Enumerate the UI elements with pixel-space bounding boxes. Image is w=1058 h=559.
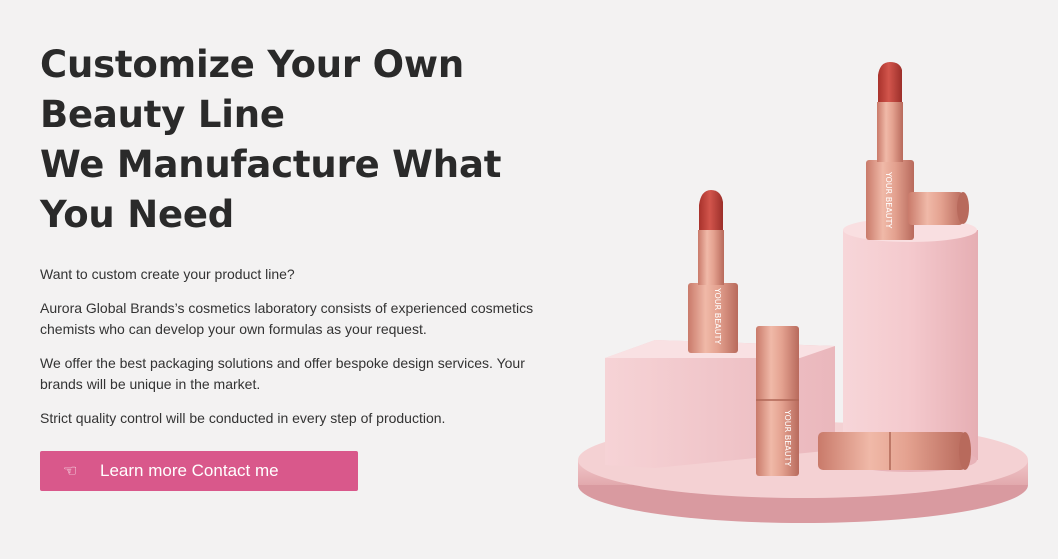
- lipstick-on-block: YOUR BEAUTY: [688, 190, 738, 353]
- headline-line-3: We Manufacture What: [40, 143, 502, 186]
- hand-pointing-icon: ☜: [62, 463, 78, 480]
- tube-label: YOUR BEAUTY: [713, 287, 722, 344]
- tube-label: YOUR BEAUTY: [884, 171, 893, 228]
- hero-description: Want to custom create your product line?…: [40, 264, 560, 429]
- lipstick-display-illustration: YOUR BEAUTY YOUR BEAUTY YOUR BEAUTY: [578, 62, 1028, 523]
- learn-more-contact-button[interactable]: ☜ Learn more Contact me: [40, 451, 358, 491]
- lipstick-tall: YOUR BEAUTY: [866, 62, 914, 240]
- hero-headline: Customize Your Own Beauty Line We Manufa…: [40, 40, 560, 240]
- hero-text: Customize Your Own Beauty Line We Manufa…: [40, 40, 560, 442]
- cta-label: Learn more Contact me: [100, 461, 279, 480]
- lab-description: Aurora Global Brands’s cosmetics laborat…: [40, 300, 534, 337]
- tube-label: YOUR BEAUTY: [783, 409, 792, 466]
- headline-line-2: Beauty Line: [40, 93, 285, 136]
- headline-line-4: You Need: [40, 193, 235, 236]
- pink-block: [605, 340, 835, 468]
- product-image: YOUR BEAUTY YOUR BEAUTY YOUR BEAUTY: [560, 40, 1050, 540]
- quality-description: Strict quality control will be conducted…: [40, 410, 446, 426]
- headline-line-1: Customize Your Own: [40, 43, 465, 86]
- hero-section: Customize Your Own Beauty Line We Manufa…: [0, 0, 1058, 559]
- packaging-description: We offer the best packaging solutions an…: [40, 355, 525, 392]
- lipstick-lying: [818, 432, 971, 470]
- lipstick-capped: YOUR BEAUTY: [756, 326, 799, 476]
- intro-question: Want to custom create your product line?: [40, 266, 295, 282]
- lipstick-cap-top: [908, 192, 969, 225]
